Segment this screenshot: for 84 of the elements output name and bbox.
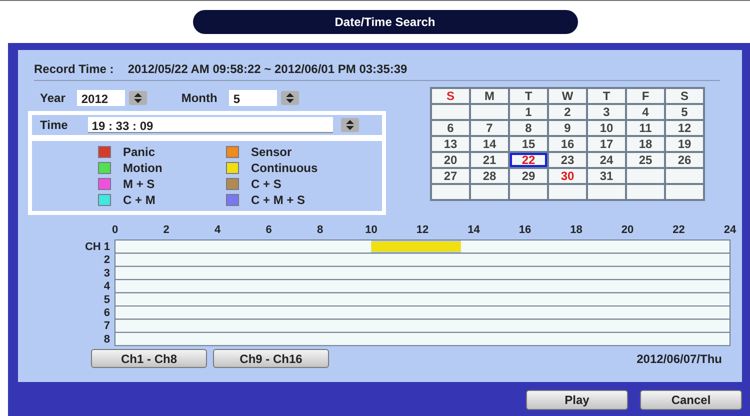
hour-tick-label: 12 xyxy=(416,224,429,236)
legend-label: Continuous xyxy=(251,160,318,174)
hour-tick-label: 10 xyxy=(365,224,378,236)
calendar-day[interactable]: 7 xyxy=(470,120,509,136)
hour-tick-label: 4 xyxy=(214,224,221,236)
month-field[interactable]: 5 xyxy=(229,90,278,106)
legend-label: C + S xyxy=(251,176,282,190)
year-label: Year xyxy=(40,91,66,105)
dialog-button[interactable]: Play xyxy=(526,390,628,410)
hour-tick-label: 2 xyxy=(163,224,170,236)
legend-label: M + S xyxy=(123,176,155,190)
legend-label: C + M xyxy=(123,192,156,206)
channel-label: 5 xyxy=(104,294,110,306)
calendar-day[interactable]: 15 xyxy=(509,136,548,152)
calendar-day[interactable]: 2 xyxy=(548,104,587,120)
calendar-day[interactable]: 3 xyxy=(587,104,626,120)
calendar-day[interactable]: 8 xyxy=(509,120,548,136)
current-date: 2012/06/07/Thu xyxy=(636,352,722,366)
calendar-day[interactable]: 6 xyxy=(431,120,470,136)
weekday-header: M xyxy=(470,88,509,104)
month-label: Month xyxy=(181,91,218,105)
calendar-day[interactable]: 23 xyxy=(548,152,587,168)
window-title: Date/Time Search xyxy=(192,10,578,34)
calendar-day[interactable]: 26 xyxy=(665,152,704,168)
weekday-header: T xyxy=(509,88,548,104)
calendar-day[interactable]: 28 xyxy=(470,168,509,184)
channel-label: CH 1 xyxy=(84,241,110,253)
legend-label: Panic xyxy=(123,144,156,158)
channel-label: 3 xyxy=(104,267,110,280)
channel-label: 7 xyxy=(104,320,110,332)
calendar-day[interactable]: 30 xyxy=(548,168,587,184)
calendar-day[interactable]: 20 xyxy=(431,152,470,168)
channel-label: 4 xyxy=(104,280,110,293)
calendar-day[interactable]: 18 xyxy=(626,136,665,152)
weekday-header: S xyxy=(431,88,470,104)
calendar-day[interactable]: 4 xyxy=(626,104,665,120)
spin-icon[interactable] xyxy=(340,118,359,132)
calendar-day[interactable]: 16 xyxy=(548,136,587,152)
record-time-label: Record Time : xyxy=(34,62,114,76)
legend-label: C + M + S xyxy=(251,192,306,206)
hour-tick-label: 18 xyxy=(570,224,582,236)
hour-tick-label: 20 xyxy=(621,224,634,236)
time-label: Time xyxy=(40,118,68,132)
channel-label: 2 xyxy=(104,254,110,266)
calendar-day[interactable]: 1 xyxy=(509,104,548,120)
record-time-value: 2012/05/22 AM 09:58:22 ~ 2012/06/01 PM 03:35:39 xyxy=(128,62,408,76)
calendar-day[interactable]: 24 xyxy=(587,152,626,168)
channel-page-button[interactable]: Ch9 - Ch16 xyxy=(213,349,329,368)
calendar-day[interactable]: 9 xyxy=(548,120,587,136)
channel-label: 6 xyxy=(104,307,110,319)
calendar-day[interactable]: 19 xyxy=(665,136,704,152)
spin-icon[interactable] xyxy=(129,91,148,105)
weekday-header: F xyxy=(626,88,665,104)
legend-label: Sensor xyxy=(251,144,292,158)
hour-tick-label: 22 xyxy=(672,224,685,236)
calendar-day[interactable]: 31 xyxy=(587,168,626,184)
calendar-day[interactable]: 22 xyxy=(509,152,548,168)
calendar-day[interactable]: 27 xyxy=(431,168,470,184)
hour-tick-label: 6 xyxy=(266,224,272,236)
dialog-button[interactable]: Cancel xyxy=(640,390,742,410)
hour-tick-label: 0 xyxy=(112,224,118,236)
legend-label: Motion xyxy=(123,160,162,174)
calendar-day[interactable]: 21 xyxy=(470,152,509,168)
weekday-header: W xyxy=(548,88,587,104)
calendar-day[interactable]: 14 xyxy=(470,136,509,152)
spin-icon[interactable] xyxy=(281,91,300,105)
time-field[interactable]: 19 : 33 : 09 xyxy=(88,117,333,133)
hour-tick-label: 24 xyxy=(724,224,736,236)
channel-page-button[interactable]: Ch1 - Ch8 xyxy=(91,349,207,368)
calendar-day[interactable]: 25 xyxy=(626,152,665,168)
calendar-day[interactable]: 29 xyxy=(509,168,548,184)
year-field[interactable]: 2012 xyxy=(77,90,126,106)
channel-label: 8 xyxy=(104,333,110,346)
weekday-header: T xyxy=(587,88,626,104)
calendar-day[interactable]: 5 xyxy=(665,104,704,120)
calendar-day[interactable]: 13 xyxy=(431,136,470,152)
calendar-day[interactable]: 11 xyxy=(626,120,665,136)
hour-tick-label: 16 xyxy=(518,224,532,236)
calendar-day[interactable]: 10 xyxy=(587,120,626,136)
calendar-day[interactable]: 17 xyxy=(587,136,626,152)
weekday-header: S xyxy=(665,88,704,104)
calendar-day[interactable]: 12 xyxy=(665,120,704,136)
hour-tick-label: 14 xyxy=(468,224,480,236)
hour-tick-label: 8 xyxy=(316,224,324,236)
